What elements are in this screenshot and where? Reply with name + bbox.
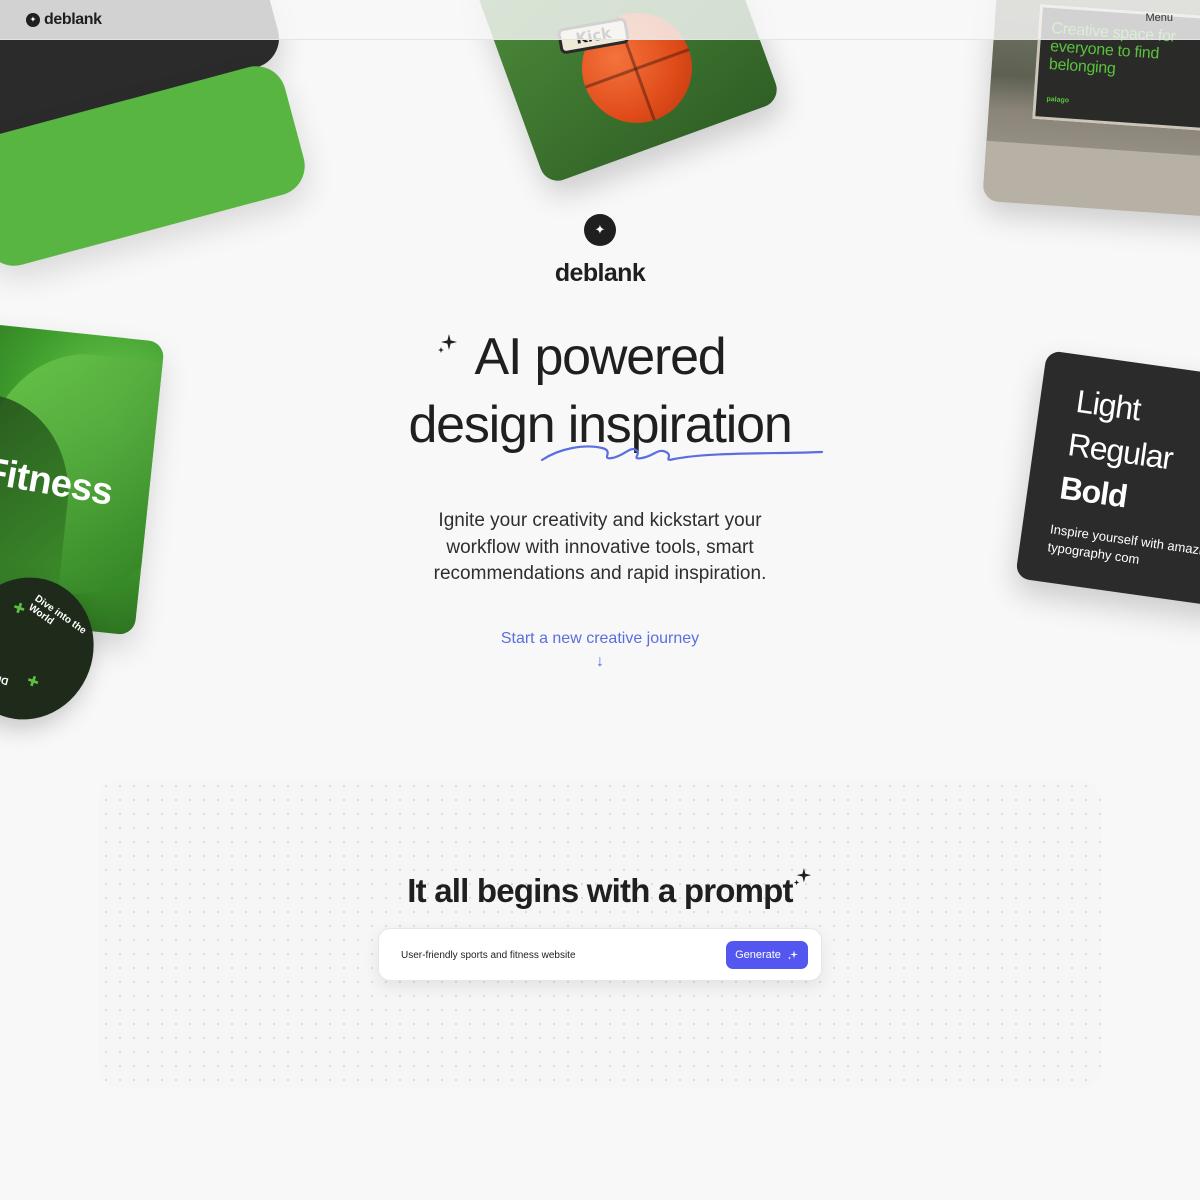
prompt-input[interactable]	[401, 946, 701, 964]
sparkle-icon	[787, 950, 798, 960]
generate-button[interactable]: Generate	[726, 941, 808, 969]
menu-button[interactable]: Menu	[1145, 12, 1173, 24]
squiggle-underline-icon	[540, 445, 824, 462]
badge-text: Dive i	[0, 669, 10, 687]
sparkle-icon	[793, 867, 812, 886]
logo-mark-icon: ✦	[26, 13, 40, 27]
prompt-title: It all begins with a prompt	[407, 872, 793, 909]
typography-card: Light Regular Bold Inspire yourself with…	[1015, 350, 1200, 610]
typography-bold: Bold	[1057, 469, 1130, 515]
generate-button-label: Generate	[735, 949, 781, 961]
star-icon: ✚	[11, 598, 28, 618]
billboard-road	[982, 140, 1200, 219]
hero-logo-icon: ✦	[584, 214, 616, 246]
nav-logo[interactable]: ✦ deblank	[26, 11, 102, 29]
star-icon: ✚	[24, 671, 42, 691]
typography-note: Inspire yourself with amazing typography…	[1046, 521, 1200, 567]
typography-regular: Regular	[1065, 426, 1175, 477]
arrow-down-icon[interactable]: ↓	[590, 653, 610, 671]
top-navigation: ✦ deblank Menu	[0, 0, 1200, 40]
hero-headline-line1: AI powered	[474, 328, 726, 386]
hero-subtitle: Ignite your creativity and kickstart you…	[433, 510, 767, 584]
hero-logo-text: deblank	[554, 259, 646, 287]
typography-light: Light	[1073, 382, 1143, 428]
billboard-brand: palago	[1046, 95, 1070, 105]
nav-logo-text: deblank	[44, 11, 102, 28]
start-journey-link[interactable]: Start a new creative journey	[450, 630, 750, 648]
prompt-box: Generate	[378, 928, 822, 981]
